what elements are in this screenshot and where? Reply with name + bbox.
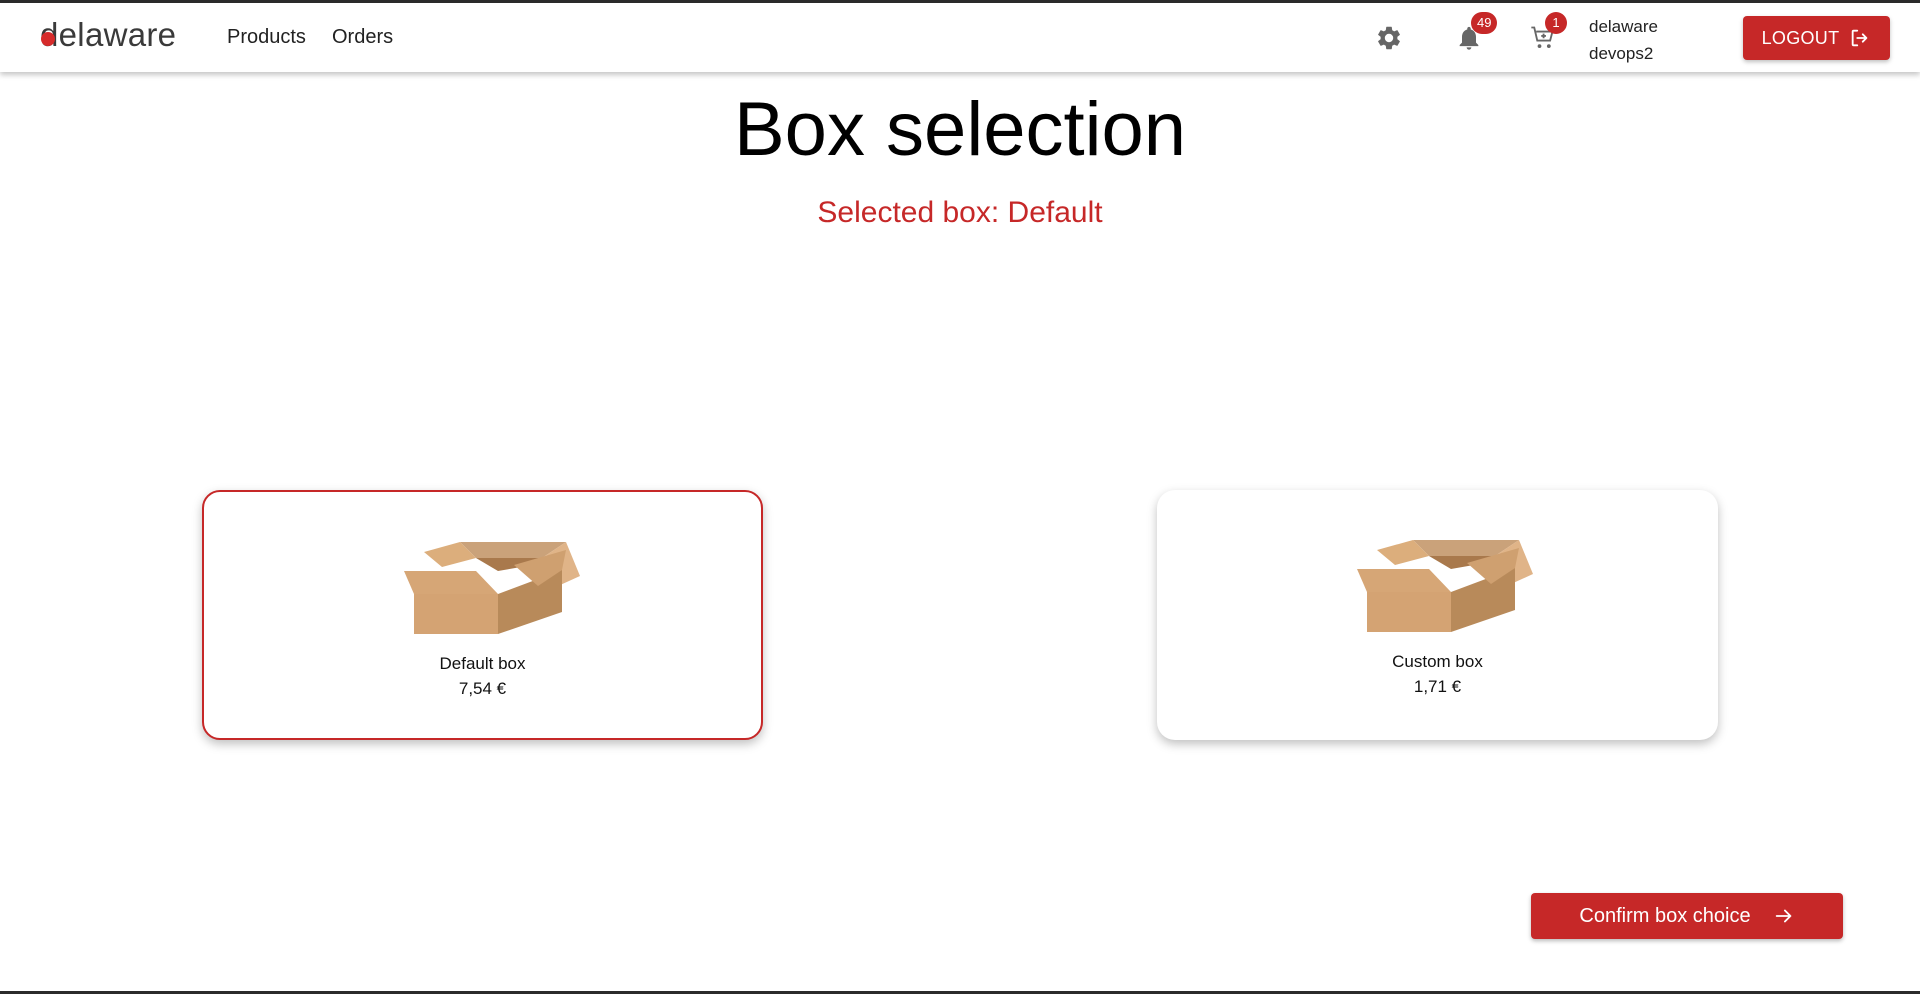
box-price: 7,54 € — [458, 679, 507, 698]
logout-icon — [1852, 29, 1868, 47]
page-title: Box selection — [733, 87, 1187, 172]
user-name: devops2 — [1589, 44, 1654, 63]
box-name: Default box — [439, 654, 526, 673]
delaware-logo[interactable]: delaware — [40, 16, 177, 53]
logo-dot — [41, 32, 55, 46]
confirm-box-choice-button[interactable]: Confirm box choice — [1531, 893, 1843, 939]
custom-box-card[interactable]: Custom box 1,71 € — [1157, 490, 1718, 740]
settings-button[interactable] — [1369, 18, 1409, 58]
cart-button[interactable]: 1 — [1523, 12, 1567, 58]
logo-text: delaware — [40, 16, 177, 53]
box-price: 1,71 € — [1413, 677, 1462, 696]
confirm-label: Confirm box choice — [1579, 904, 1751, 927]
cardboard-box-icon — [404, 542, 580, 634]
default-box-card[interactable]: Default box 7,54 € — [202, 490, 763, 740]
cart-badge: 1 — [1545, 12, 1567, 34]
logout-label: LOGOUT — [1761, 27, 1840, 48]
top-navbar: delaware Products Orders 49 1 delaware d… — [0, 3, 1920, 72]
logout-button[interactable]: LOGOUT — [1743, 16, 1890, 60]
selected-box-text: Selected box: Default — [817, 196, 1103, 229]
cardboard-box-icon — [1357, 540, 1533, 632]
notifications-badge: 49 — [1471, 12, 1498, 34]
user-company: delaware — [1589, 17, 1658, 36]
nav-products[interactable]: Products — [227, 26, 306, 49]
box-name: Custom box — [1392, 652, 1483, 671]
notifications-button[interactable]: 49 — [1449, 12, 1498, 58]
gear-icon — [1378, 26, 1400, 50]
arrow-right-icon — [1775, 909, 1791, 923]
nav-orders[interactable]: Orders — [332, 26, 393, 49]
user-info: delaware devops2 — [1589, 13, 1658, 67]
